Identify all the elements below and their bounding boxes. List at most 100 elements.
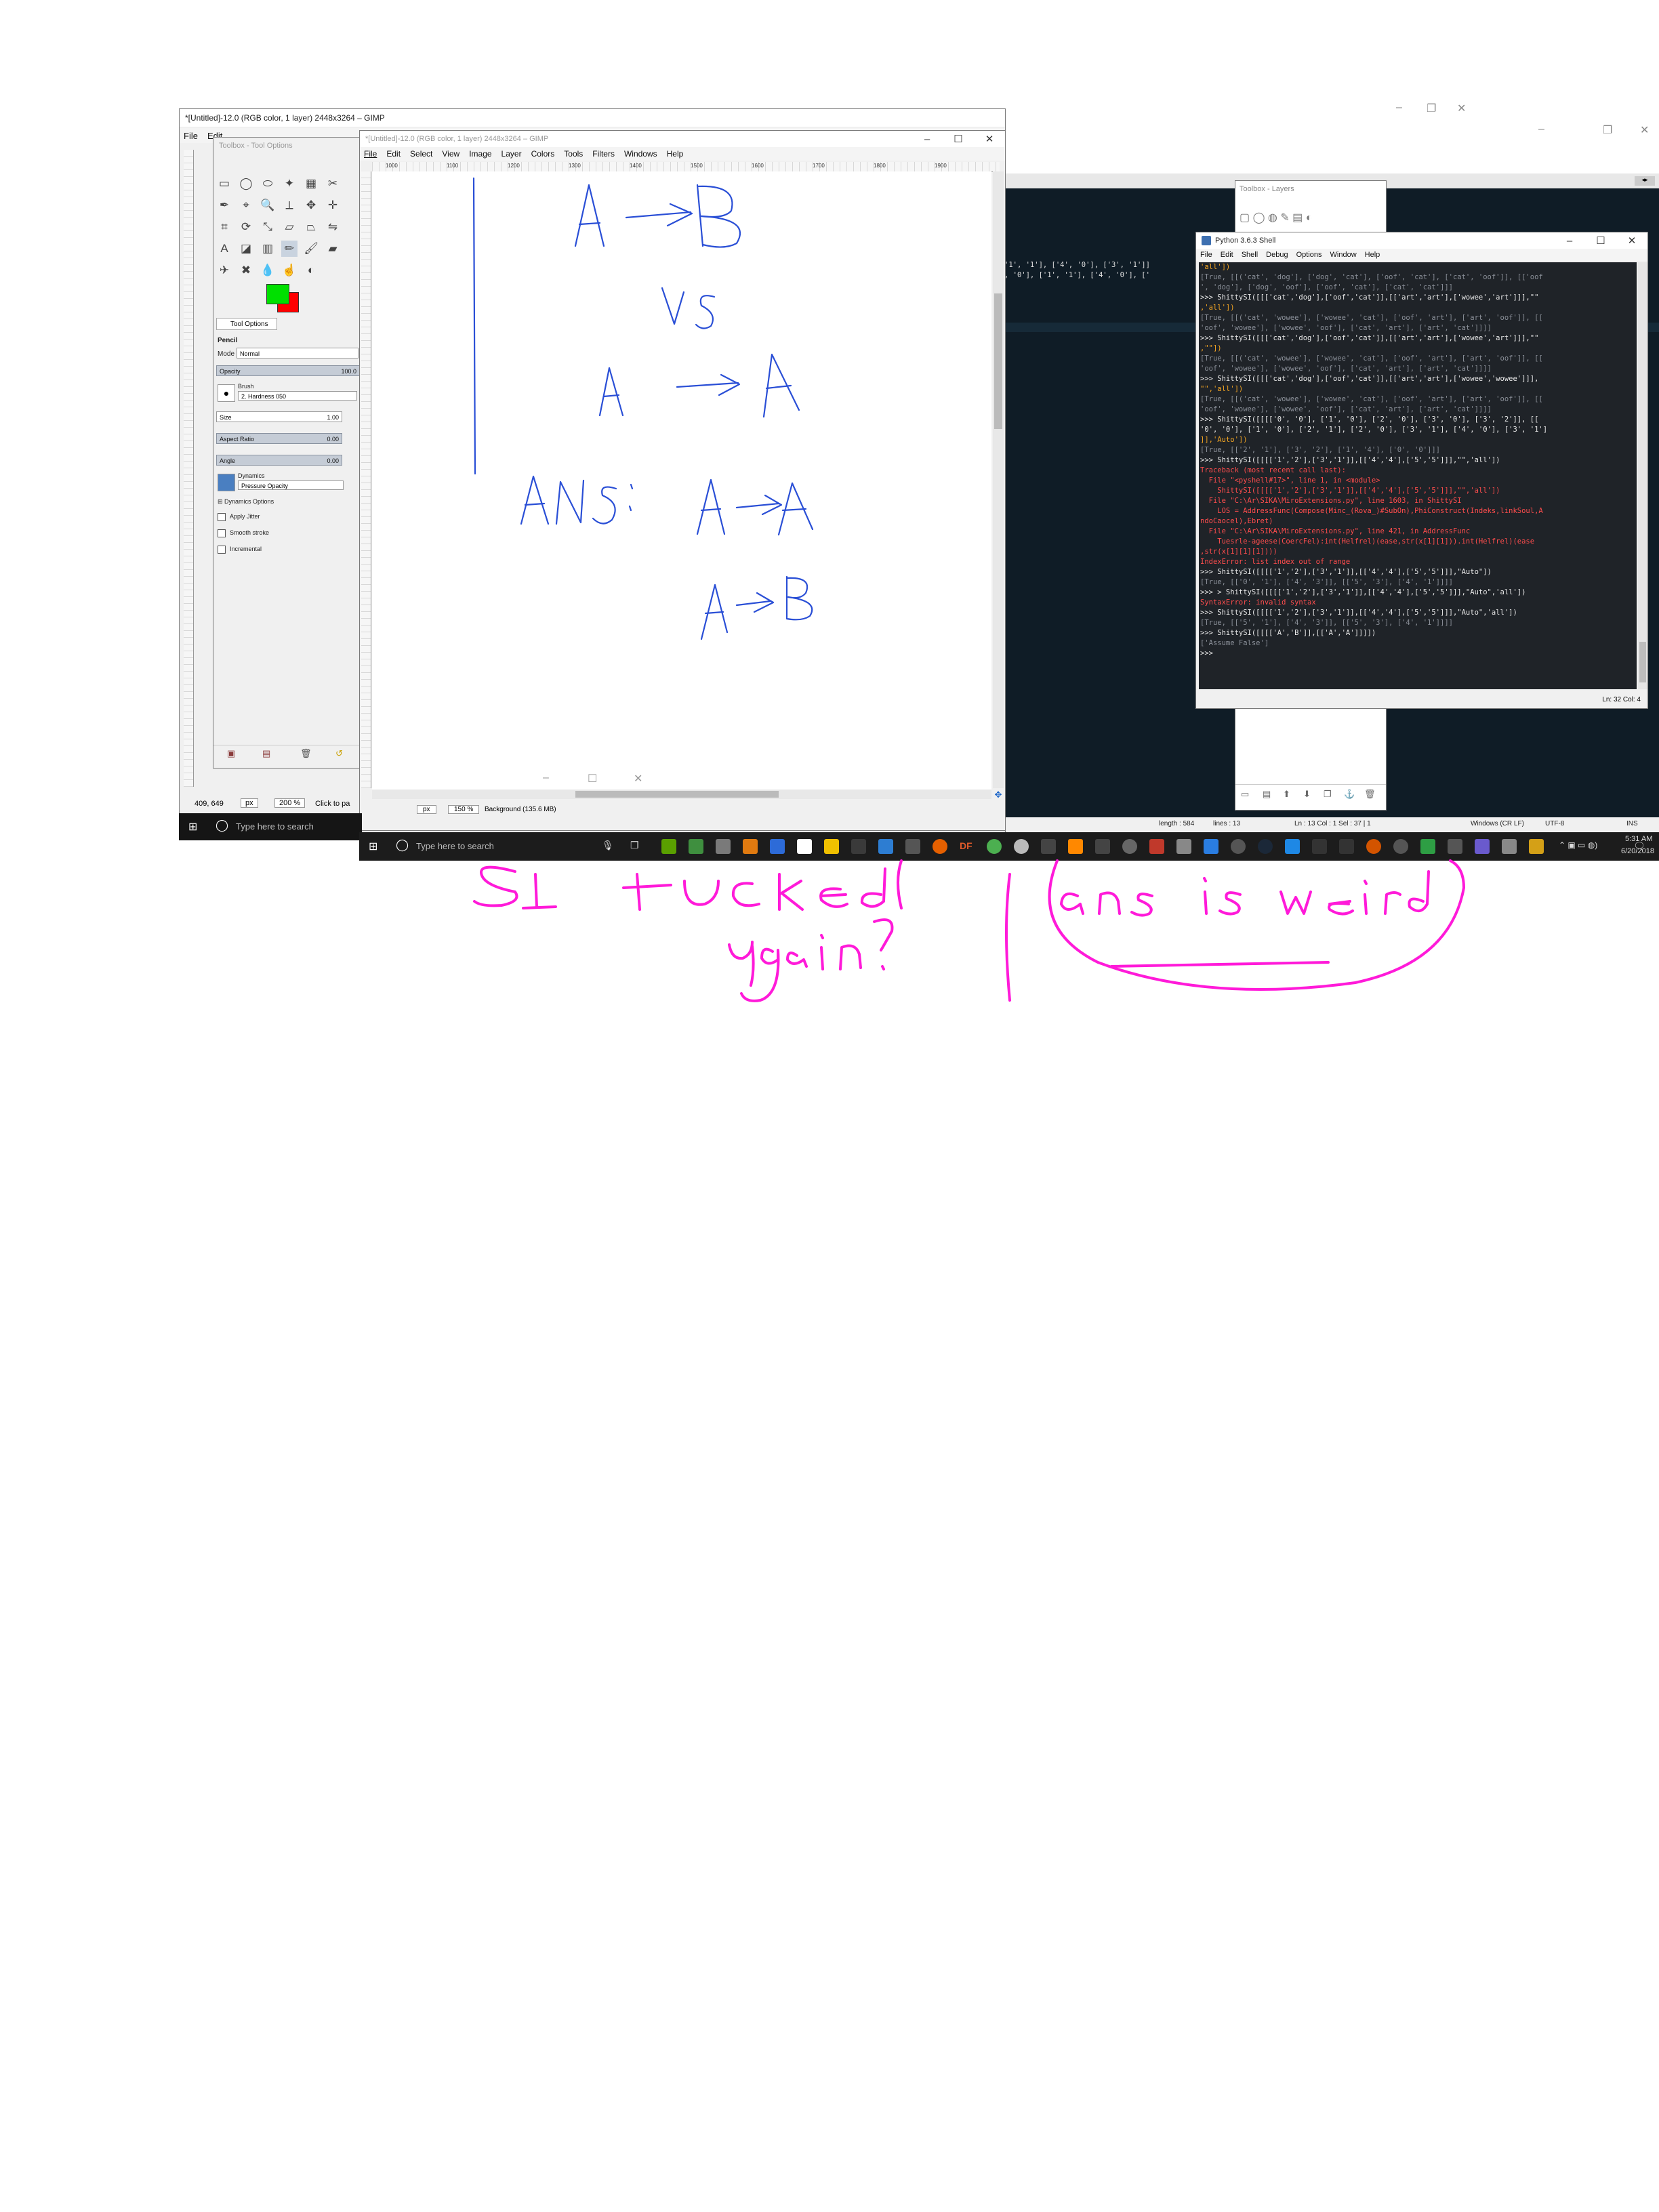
menu-select[interactable]: Select	[410, 149, 432, 159]
menu-file[interactable]: File	[184, 131, 198, 141]
unit-select[interactable]: px	[417, 805, 436, 814]
airbrush-icon[interactable]: ✈	[216, 262, 232, 279]
rect-select-icon[interactable]: ▭	[216, 176, 232, 192]
shell-scrollbar-thumb[interactable]	[1639, 642, 1646, 682]
minimize-icon[interactable]: –	[1396, 102, 1402, 114]
color-picker-icon[interactable]: ⌖	[238, 197, 254, 213]
shear-icon[interactable]: ▱	[281, 219, 298, 235]
dynamics-select[interactable]: Pressure Opacity	[238, 480, 344, 490]
lower-layer-icon[interactable]: ⬇	[1303, 789, 1311, 800]
shell-scrollbar[interactable]	[1638, 262, 1647, 689]
incremental-checkbox[interactable]	[218, 546, 226, 554]
scale-icon[interactable]: ⤡	[260, 219, 276, 235]
menu-windows[interactable]: Windows	[624, 149, 657, 159]
menu-layer[interactable]: Layer	[501, 149, 522, 159]
align-icon[interactable]: ✛	[325, 197, 341, 213]
restore-options-icon[interactable]: ▤	[262, 748, 270, 759]
gradient-icon[interactable]: ▥	[260, 241, 276, 257]
opacity-slider[interactable]: Opacity 100.0	[216, 365, 360, 376]
horizontal-scrollbar[interactable]	[372, 790, 991, 799]
paths-icon[interactable]: ✒	[216, 197, 232, 213]
zoom-select[interactable]: 150 %	[448, 805, 480, 814]
flip-icon[interactable]: ⇋	[325, 219, 341, 235]
image-canvas[interactable]	[372, 171, 991, 790]
menu-image[interactable]: Image	[469, 149, 491, 159]
mode-select[interactable]: Normal	[237, 348, 359, 359]
smooth-stroke-checkbox[interactable]	[218, 529, 226, 537]
shell-output[interactable]: 'all']) [True, [[('cat', 'dog'], ['dog', …	[1199, 262, 1637, 689]
close-icon[interactable]: ✕	[1616, 234, 1647, 247]
new-layer-icon[interactable]: ▭	[1241, 789, 1249, 800]
ellipse-select-icon[interactable]: ◯	[238, 176, 254, 192]
close-icon[interactable]: ✕	[1457, 102, 1466, 115]
restore-icon[interactable]: ❐	[1603, 123, 1612, 137]
menu-file[interactable]: File	[1200, 251, 1212, 259]
menu-view[interactable]: View	[442, 149, 459, 159]
move-icon[interactable]: ✥	[303, 197, 319, 213]
menu-edit[interactable]: Edit	[1221, 251, 1233, 259]
vertical-scrollbar[interactable]	[993, 171, 1004, 788]
maximize-icon[interactable]: ☐	[943, 133, 974, 145]
measure-icon[interactable]: ⟂	[281, 197, 298, 213]
pencil-icon[interactable]: ✏	[281, 241, 298, 257]
fuzzy-select-icon[interactable]: ✦	[281, 176, 298, 192]
rotate-icon[interactable]: ⟳	[238, 219, 254, 235]
tool-options-tab[interactable]: Tool Options	[216, 318, 277, 330]
layer-group-icon[interactable]: ▤	[1263, 789, 1271, 800]
minimize-icon[interactable]: –	[912, 134, 943, 145]
clone-icon[interactable]: ✖	[238, 262, 254, 279]
menu-shell[interactable]: Shell	[1242, 251, 1258, 259]
save-options-icon[interactable]: ▣	[227, 748, 235, 759]
menu-tools[interactable]: Tools	[564, 149, 583, 159]
delete-layer-icon[interactable]: 🗑	[1364, 789, 1376, 800]
menu-filters[interactable]: Filters	[592, 149, 615, 159]
perspective-icon[interactable]: ⏢	[303, 219, 319, 235]
anchor-layer-icon[interactable]: ⚓	[1344, 789, 1355, 800]
menu-options[interactable]: Options	[1296, 251, 1322, 259]
blur-icon[interactable]: 💧	[260, 262, 276, 279]
dynamics-preview[interactable]	[218, 474, 235, 491]
free-select-icon[interactable]: ⬭	[260, 176, 276, 192]
menu-edit[interactable]: Edit	[386, 149, 401, 159]
menu-debug[interactable]: Debug	[1266, 251, 1288, 259]
vertical-scrollbar-thumb[interactable]	[994, 293, 1002, 429]
editor-tab-arrows[interactable]: ◂▸	[1635, 176, 1655, 186]
eraser-icon[interactable]: ▰	[325, 241, 341, 257]
crop-icon[interactable]: ⌗	[216, 219, 232, 235]
restore-icon[interactable]: ❐	[1427, 102, 1436, 115]
scissors-icon[interactable]: ✂	[325, 176, 341, 192]
zoom-select[interactable]: 200 %	[274, 798, 306, 808]
brush-preview[interactable]: ●	[218, 384, 235, 402]
text-icon[interactable]: A	[216, 241, 232, 257]
delete-options-icon[interactable]: 🗑	[300, 748, 312, 759]
zoom-icon[interactable]: 🔍	[260, 197, 276, 213]
angle-field[interactable]: Angle 0.00	[216, 455, 342, 466]
duplicate-layer-icon[interactable]: ❐	[1324, 789, 1332, 800]
menu-colors[interactable]: Colors	[531, 149, 555, 159]
windows-start-icon[interactable]: ⊞	[188, 820, 197, 834]
reset-options-icon[interactable]: ↺	[335, 748, 343, 759]
minimize-icon[interactable]: –	[1538, 123, 1544, 136]
paintbrush-icon[interactable]: 🖌	[303, 241, 319, 257]
menu-file[interactable]: File	[364, 149, 377, 159]
apply-jitter-checkbox[interactable]	[218, 513, 226, 521]
menu-help[interactable]: Help	[1365, 251, 1380, 259]
close-icon[interactable]: ✕	[1640, 123, 1649, 137]
bucket-fill-icon[interactable]: ◪	[238, 241, 254, 257]
menu-window[interactable]: Window	[1330, 251, 1357, 259]
aspect-ratio-field[interactable]: Aspect Ratio 0.00	[216, 433, 342, 444]
maximize-icon[interactable]: ☐	[1585, 234, 1616, 247]
color-select-icon[interactable]: ▦	[303, 176, 319, 192]
size-field[interactable]: Size 1.00	[216, 411, 342, 422]
close-icon[interactable]: ✕	[974, 133, 1005, 145]
menu-help[interactable]: Help	[667, 149, 684, 159]
raise-layer-icon[interactable]: ⬆	[1283, 789, 1290, 800]
dodge-icon[interactable]: ◐	[303, 262, 319, 279]
unit-select[interactable]: px	[241, 798, 258, 808]
foreground-color-swatch[interactable]	[266, 284, 289, 304]
horizontal-scrollbar-thumb[interactable]	[575, 791, 779, 798]
smudge-icon[interactable]: ☝	[281, 262, 298, 279]
dynamics-options-expander[interactable]: ⊞ Dynamics Options	[218, 498, 274, 506]
search-icon[interactable]: ◯	[216, 819, 228, 832]
navigate-icon[interactable]: ✥	[993, 790, 1004, 800]
